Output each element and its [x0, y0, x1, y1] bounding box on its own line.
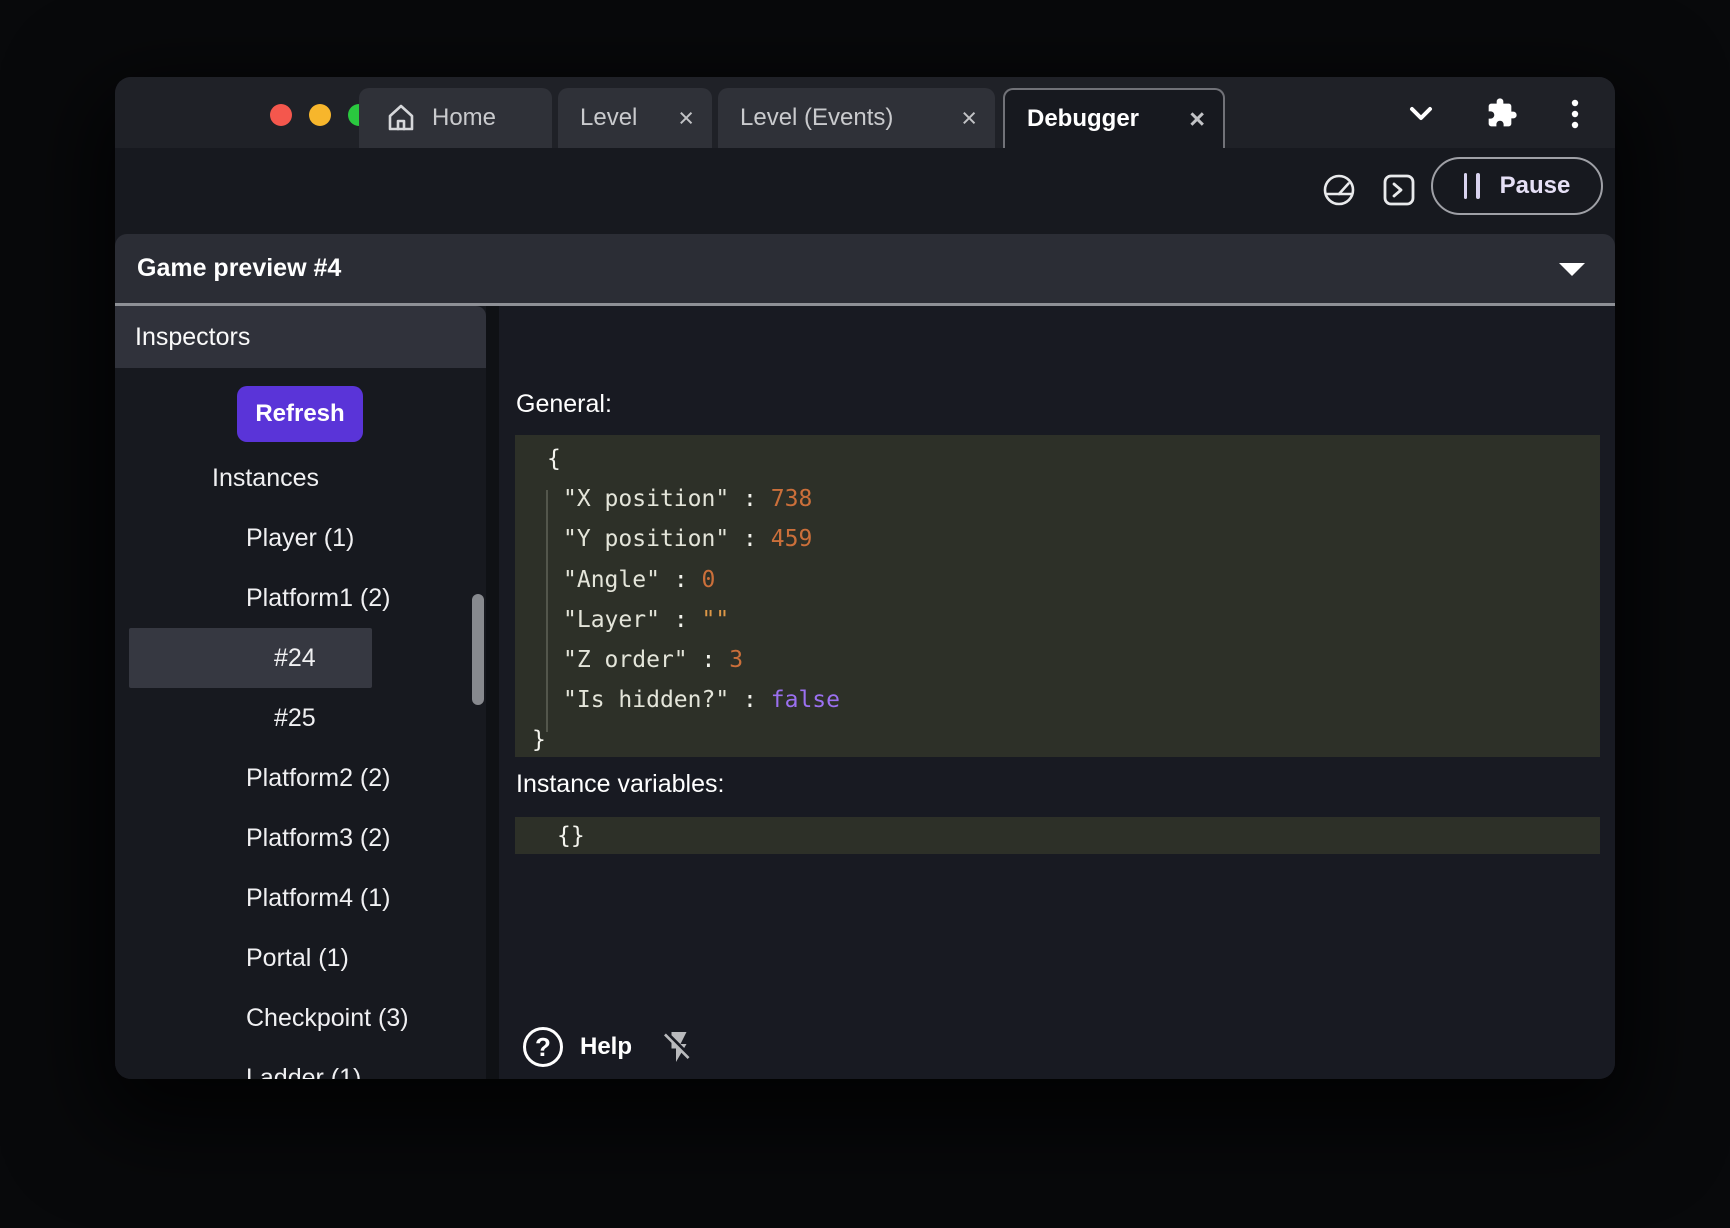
app-window: Home Level × Level (Events) × Debugger × [115, 77, 1615, 1079]
json-key: Y position [563, 526, 729, 552]
refresh-button[interactable]: Refresh [237, 386, 363, 442]
tree-item[interactable]: Platform3 (2) [115, 808, 486, 868]
json-key: Z order [563, 647, 688, 673]
help-label[interactable]: Help [580, 1033, 632, 1061]
pause-button-label: Pause [1500, 172, 1571, 200]
tree-item[interactable]: Checkpoint (3) [115, 988, 486, 1048]
close-icon[interactable]: × [961, 105, 977, 132]
json-value[interactable]: false [771, 687, 840, 713]
close-brace: } [532, 727, 546, 753]
screen: Home Level × Level (Events) × Debugger × [0, 0, 1730, 1228]
help-row: ? Help [523, 1027, 697, 1067]
empty-object: {} [557, 823, 585, 849]
tree-item[interactable]: Platform2 (2) [115, 748, 486, 808]
inspectors-sidebar: Inspectors Refresh Instances Player (1) … [115, 306, 486, 1079]
chevron-down-icon[interactable] [1403, 99, 1439, 127]
tree-item[interactable]: Portal (1) [115, 928, 486, 988]
general-json-viewer: { X position : 738 Y position : 459 Angl… [515, 435, 1600, 757]
variables-json-viewer: {} [515, 817, 1600, 854]
json-value[interactable]: 738 [771, 486, 813, 512]
close-icon[interactable]: × [678, 105, 694, 132]
home-icon [385, 102, 417, 134]
tree-item[interactable]: Platform4 (1) [115, 868, 486, 928]
tree-item[interactable]: #25 [115, 688, 486, 748]
help-icon[interactable]: ? [523, 1027, 563, 1067]
general-section-label: General: [516, 390, 612, 419]
debugger-toolbar: Pause [115, 148, 1615, 232]
json-key: Layer [563, 607, 660, 633]
json-row-is-hidden: Is hidden? : false [515, 680, 1600, 720]
instances-tree: Instances Player (1) Platform1 (2) #24 #… [115, 448, 486, 1079]
indent-guide [546, 490, 548, 732]
close-icon[interactable]: × [1189, 106, 1205, 133]
json-key: Is hidden? [563, 687, 729, 713]
tree-item-selected[interactable]: #24 [129, 628, 372, 688]
tab-debugger[interactable]: Debugger × [1003, 88, 1225, 148]
json-row-layer: Layer : "" [515, 600, 1600, 640]
tree-item[interactable]: Platform1 (2) [115, 568, 486, 628]
json-key: Angle [563, 567, 660, 593]
tab-home[interactable]: Home [359, 88, 552, 148]
open-brace: { [547, 446, 561, 472]
close-window-button[interactable] [270, 104, 292, 126]
json-row-y-position: Y position : 459 [515, 519, 1600, 559]
speed-gauge-icon[interactable] [1321, 172, 1357, 208]
console-icon[interactable] [1381, 172, 1417, 208]
tree-item-instances[interactable]: Instances [115, 448, 486, 508]
tree-item[interactable]: Player (1) [115, 508, 486, 568]
json-row-z-order: Z order : 3 [515, 640, 1600, 680]
json-value[interactable]: 459 [771, 526, 813, 552]
minimize-window-button[interactable] [309, 104, 331, 126]
inspectors-header: Inspectors [115, 306, 486, 368]
game-preview-selector[interactable]: Game preview #4 [115, 234, 1615, 303]
tab-label: Home [417, 104, 496, 132]
json-value[interactable]: 3 [729, 647, 743, 673]
tree-item[interactable]: Ladder (1) [115, 1048, 486, 1079]
pause-button[interactable]: Pause [1431, 157, 1603, 215]
json-row-angle: Angle : 0 [515, 560, 1600, 600]
json-key: X position [563, 486, 729, 512]
title-bar: Home Level × Level (Events) × Debugger × [115, 77, 1615, 148]
extensions-puzzle-icon[interactable] [1486, 97, 1518, 129]
debugger-body: Inspectors Refresh Instances Player (1) … [115, 306, 1615, 1079]
kebab-menu-icon[interactable] [1568, 98, 1582, 130]
tab-level[interactable]: Level × [558, 88, 712, 148]
json-row-x-position: X position : 738 [515, 479, 1600, 519]
pause-icon [1464, 173, 1480, 199]
inspector-panel: General: { X position : 738 Y position :… [499, 306, 1615, 1079]
tab-label: Debugger [1005, 105, 1139, 133]
tab-level-events[interactable]: Level (Events) × [718, 88, 995, 148]
json-value[interactable]: "" [702, 607, 730, 633]
tab-label: Level (Events) [718, 104, 893, 132]
dropdown-caret-icon [1559, 263, 1585, 276]
flash-off-icon[interactable] [661, 1029, 697, 1065]
inspectors-title: Inspectors [135, 323, 250, 352]
tab-label: Level [558, 104, 637, 132]
sidebar-scrollbar[interactable] [472, 594, 484, 705]
instance-variables-label: Instance variables: [516, 770, 724, 799]
game-preview-title: Game preview #4 [137, 254, 341, 283]
json-value[interactable]: 0 [702, 567, 716, 593]
